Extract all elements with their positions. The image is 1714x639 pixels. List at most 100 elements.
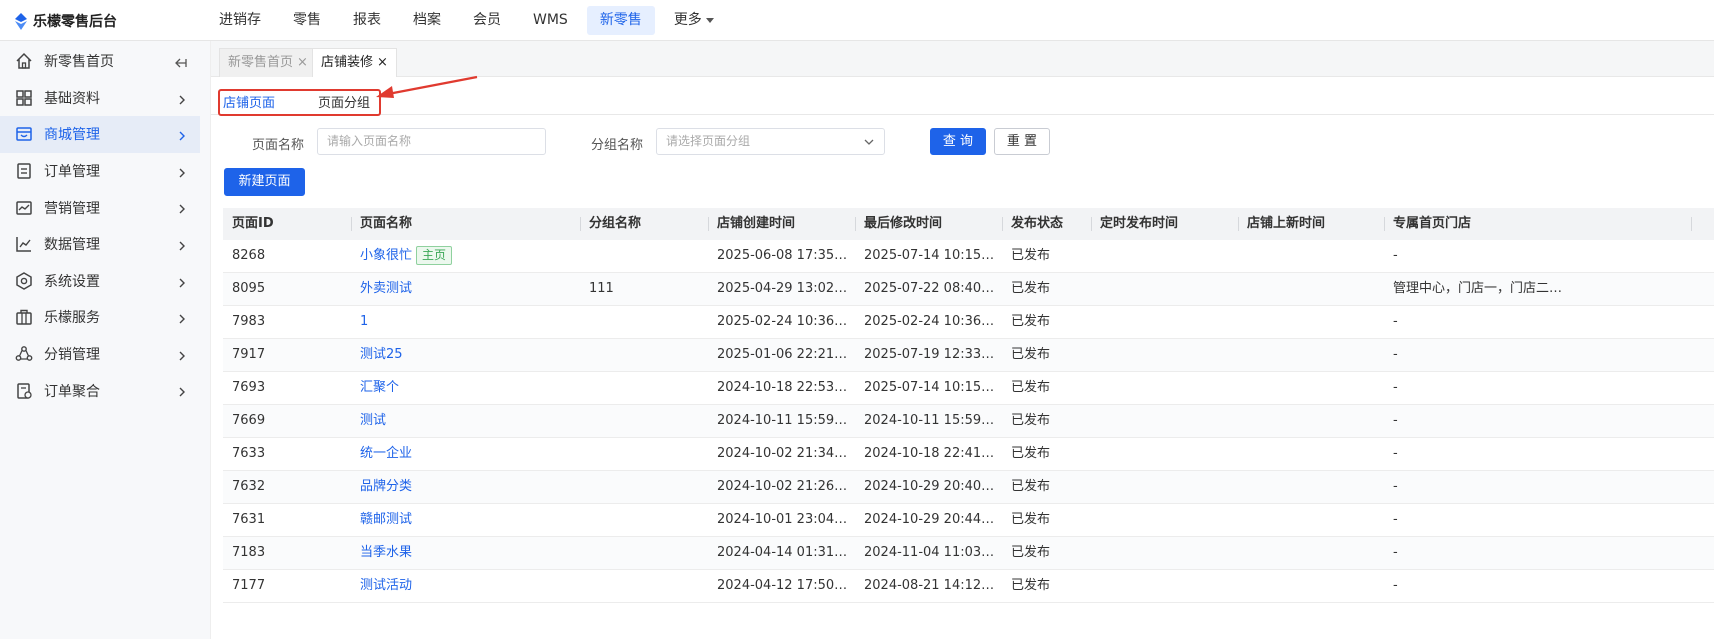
query-button[interactable]: 查 询: [930, 128, 986, 155]
topnav-item[interactable]: 会员: [460, 6, 514, 35]
page-name-link[interactable]: 1: [351, 306, 368, 338]
table-row[interactable]: 8268 小象很忙 主页 2025-06-08 17:35:29 2025-07-14 …: [223, 240, 1714, 273]
page-name-link[interactable]: 赣邮测试: [351, 504, 412, 536]
table-row[interactable]: 7631 赣邮测试 2024-10-01 23:04:30 2024-10-29 20…: [223, 504, 1714, 537]
table-header: 页面ID 页面名称 分组名称 店铺创建时间 最后修改时间 发布状态 定时发布时间 店铺上新时间…: [223, 208, 1714, 240]
group-name-label: 分组名称: [591, 138, 644, 153]
close-icon[interactable]: ×: [297, 55, 308, 70]
table-row[interactable]: 7633 统一企业 2024-10-02 21:34:50 2024-10-18 22…: [223, 438, 1714, 471]
table-row[interactable]: 7983 1 2025-02-24 10:36:34 2025-02-24 10:36…: [223, 306, 1714, 339]
column-header[interactable]: 页面ID: [223, 208, 274, 240]
page-name-link[interactable]: 当季水果: [351, 537, 412, 569]
sidebar-item[interactable]: 营销管理: [0, 189, 210, 226]
chevron-right-icon: [179, 204, 185, 214]
column-header[interactable]: 发布状态: [1002, 208, 1063, 240]
sidebar-item[interactable]: 基础资料: [0, 80, 210, 117]
table-cell: 2024-10-29 20:44:06: [855, 504, 995, 536]
topnav-item[interactable]: 报表: [340, 6, 394, 35]
sidebar-item-label: 乐檬服务: [44, 310, 100, 327]
cell-text: -: [1393, 248, 1398, 263]
cell-text: 已发布: [1011, 446, 1051, 461]
table-cell: 8268: [223, 240, 265, 272]
column-header[interactable]: 页面名称: [351, 208, 412, 240]
table-cell: 已发布: [1002, 570, 1050, 602]
page-name-link[interactable]: 小象很忙 主页: [351, 240, 453, 272]
tab-label: 新零售首页: [228, 55, 294, 70]
reset-button[interactable]: 重 置: [994, 128, 1050, 155]
tab-new-retail-home[interactable]: 新零售首页 ×: [219, 48, 317, 77]
distribution-icon: [15, 346, 33, 361]
table-cell: -: [1384, 537, 1564, 569]
page-name-input[interactable]: 请输入页面名称: [317, 128, 546, 155]
table-row[interactable]: 8095 外卖测试 111 2025-04-29 13:02:35 2025-07-22…: [223, 273, 1714, 306]
page-name-link[interactable]: 测试活动: [351, 570, 412, 602]
topnav-item[interactable]: 档案: [400, 6, 454, 35]
top-nav: 进销存 零售 报表 档案 会员 WMS 新零售 更多: [206, 6, 733, 35]
table-cell: 2024-08-21 14:12:00: [855, 570, 995, 602]
page-name-link[interactable]: 测试: [351, 405, 386, 437]
collapse-sidebar-icon[interactable]: [172, 55, 188, 71]
page-name-link[interactable]: 统一企业: [351, 438, 412, 470]
table-cell: 已发布: [1002, 438, 1050, 470]
cell-text: 2025-07-14 10:15:28: [864, 380, 995, 395]
table-cell: 2025-06-08 17:35:29: [708, 240, 848, 272]
sidebar-item-label: 数据管理: [44, 237, 100, 254]
column-header[interactable]: 最后修改时间: [855, 208, 942, 240]
app-logo[interactable]: 乐檬零售后台: [14, 11, 117, 31]
topnav-item[interactable]: 更多: [661, 6, 727, 35]
close-icon[interactable]: ×: [377, 55, 388, 70]
table-cell: 2024-10-11 15:59:27: [708, 405, 848, 437]
sidebar-item[interactable]: 分销管理: [0, 336, 210, 373]
cell-text: -: [1393, 314, 1398, 329]
table-row[interactable]: 7177 测试活动 2024-04-12 17:50:12 2024-08-21 14…: [223, 570, 1714, 603]
page-name-label: 页面名称: [252, 138, 305, 153]
column-header[interactable]: 店铺上新时间: [1238, 208, 1325, 240]
sidebar-item[interactable]: 乐檬服务: [0, 299, 210, 336]
top-bar: 乐檬零售后台 进销存 零售 报表 档案 会员 WMS 新零售 更多: [0, 0, 1714, 41]
sidebar-item[interactable]: 数据管理: [0, 226, 210, 263]
table-cell: 2025-04-29 13:02:35: [708, 273, 848, 305]
column-header[interactable]: 专属首页门店: [1384, 208, 1471, 240]
cell-text: 2024-10-02 21:26:59: [717, 479, 848, 494]
cell-text: 2024-10-18 22:41:36: [864, 446, 995, 461]
sidebar-item[interactable]: 新零售首页: [0, 43, 210, 80]
home-icon: [16, 53, 32, 70]
table-cell: 7917: [223, 339, 265, 371]
tab-store-decoration[interactable]: 店铺装修 ×: [312, 48, 397, 77]
column-header[interactable]: 店铺创建时间: [708, 208, 795, 240]
column-header[interactable]: 分组名称: [580, 208, 641, 240]
topnav-item[interactable]: WMS: [520, 6, 581, 35]
new-page-button[interactable]: 新建页面: [224, 168, 305, 196]
page-name-link[interactable]: 外卖测试: [351, 273, 412, 305]
sidebar-item[interactable]: 订单管理: [0, 153, 210, 190]
topnav-item[interactable]: 进销存: [206, 6, 274, 35]
page-name-link[interactable]: 品牌分类: [351, 471, 412, 503]
table-cell: 已发布: [1002, 405, 1050, 437]
table-row[interactable]: 7693 汇聚个 2024-10-18 22:53:48 2025-07-14 10:…: [223, 372, 1714, 405]
table-cell: 管理中心，门店一，门店二，门店三: [1384, 273, 1564, 305]
table-row[interactable]: 7632 品牌分类 2024-10-02 21:26:59 2024-10-29 20…: [223, 471, 1714, 504]
chevron-right-icon: [179, 131, 185, 141]
topnav-item-label: 会员: [473, 12, 501, 28]
sidebar-item[interactable]: 订单聚合: [0, 372, 210, 409]
table-cell: 7631: [223, 504, 265, 536]
table-cell: 已发布: [1002, 372, 1050, 404]
table-row[interactable]: 7669 测试 2024-10-11 15:59:27 2024-10-11 15:5…: [223, 405, 1714, 438]
pages-table: 页面ID 页面名称 分组名称 店铺创建时间 最后修改时间 发布状态 定时发布时间 店铺上新时间…: [223, 208, 1714, 603]
topnav-item[interactable]: 新零售: [586, 6, 655, 35]
table-row[interactable]: 7183 当季水果 2024-04-14 01:31:55 2024-11-04 11…: [223, 537, 1714, 570]
topnav-item-label: 报表: [353, 12, 381, 28]
chevron-right-icon: [179, 241, 185, 251]
sidebar-item[interactable]: 系统设置: [0, 263, 210, 300]
table-row[interactable]: 7917 测试25 2025-01-06 22:21:17 2025-07-19 12…: [223, 339, 1714, 372]
logo-icon: [15, 12, 27, 30]
group-select[interactable]: 请选择页面分组: [656, 128, 885, 155]
table-cell: 2025-07-19 12:33:07: [855, 339, 995, 371]
sidebar-item[interactable]: 商城管理: [0, 116, 200, 153]
topnav-item[interactable]: 零售: [280, 6, 334, 35]
page-name-link[interactable]: 汇聚个: [351, 372, 399, 404]
page-name-link[interactable]: 测试25: [351, 339, 403, 371]
marketing-icon: [16, 200, 32, 215]
cell-text: 2025-04-29 13:02:35: [717, 281, 848, 296]
column-header[interactable]: 定时发布时间: [1091, 208, 1178, 240]
